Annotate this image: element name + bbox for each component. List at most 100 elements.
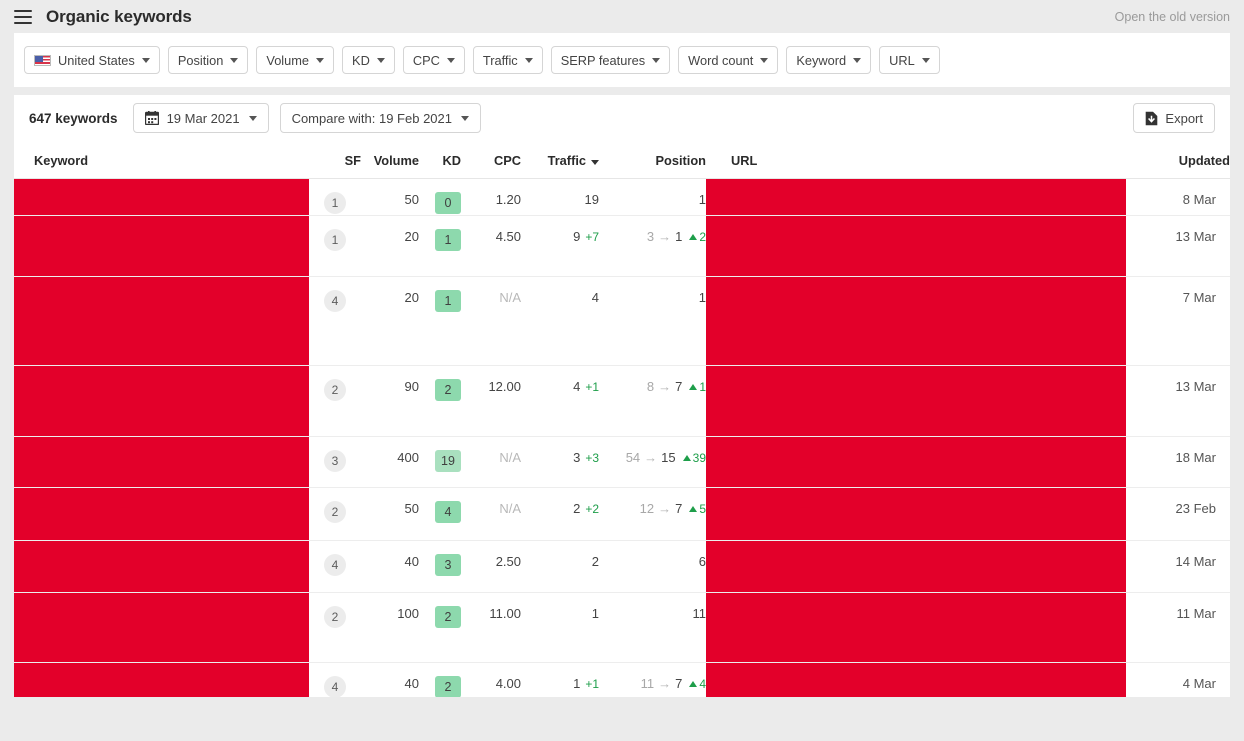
cell-url[interactable]	[706, 436, 1126, 488]
cell-traffic: 9 +7	[521, 215, 599, 277]
column-header-kd[interactable]: KD	[419, 141, 461, 179]
triangle-up-icon	[682, 454, 691, 461]
open-old-version-link[interactable]: Open the old version	[1115, 10, 1230, 24]
cell-url[interactable]	[706, 487, 1126, 541]
arrow-right-icon: →	[658, 676, 672, 691]
cell-keyword[interactable]	[14, 487, 309, 541]
table-row[interactable]: 4 40 3 2.50 2 6 14 Mar	[14, 540, 1230, 593]
column-header-url[interactable]: URL	[706, 141, 1126, 179]
filter-button-traffic[interactable]: Traffic	[472, 46, 543, 74]
position-change-value: 5	[699, 501, 706, 516]
position-previous: 11	[640, 676, 655, 691]
column-header-label: Volume	[373, 153, 419, 168]
redacted-keyword	[14, 488, 309, 540]
keywords-table-container[interactable]: Keyword SF Volume KD CPC Traffic Position URL Up…	[14, 141, 1230, 697]
cell-url[interactable]	[706, 365, 1126, 437]
traffic-delta: +7	[585, 229, 599, 244]
table-row[interactable]: 4 20 1 N/A 4 1 7 Mar	[14, 276, 1230, 366]
cell-keyword[interactable]	[14, 592, 309, 663]
position-change: 39	[682, 451, 706, 465]
filter-button-united-states[interactable]: United States	[24, 46, 160, 74]
table-row[interactable]: 2 100 2 11.00 1 11 11 Mar	[14, 592, 1230, 663]
cell-url[interactable]	[706, 178, 1126, 216]
cell-keyword[interactable]	[14, 178, 309, 216]
table-row[interactable]: 3 400 19 N/A 3 +3 54 → 15 39 18 Mar	[14, 436, 1230, 488]
cell-cpc: 2.50	[461, 540, 521, 593]
cell-cpc: N/A	[461, 436, 521, 488]
cell-cpc: 4.00	[461, 662, 521, 697]
cell-sf: 3	[309, 436, 361, 488]
filter-button-word-count[interactable]: Word count	[678, 46, 779, 74]
cell-updated: 18 Mar	[1126, 436, 1230, 488]
cell-url[interactable]	[706, 276, 1126, 366]
filter-label: Word count	[688, 52, 754, 68]
cell-traffic: 4 +1	[521, 365, 599, 437]
cell-position: 12 → 7 5	[599, 487, 706, 541]
column-header-position[interactable]: Position	[599, 141, 706, 179]
chevron-down-icon	[446, 57, 455, 63]
table-row[interactable]: 4 40 2 4.00 1 +1 11 → 7 4 4 Mar	[14, 662, 1230, 697]
table-row[interactable]: 1 50 0 1.20 19 1 8 Mar	[14, 178, 1230, 216]
cell-sf: 2	[309, 487, 361, 541]
column-header-volume[interactable]: Volume	[361, 141, 419, 179]
column-header-keyword[interactable]: Keyword	[14, 141, 309, 179]
cell-position: 6	[599, 540, 706, 593]
column-header-updated[interactable]: Updated	[1126, 141, 1230, 179]
filter-label: United States	[58, 52, 135, 68]
cell-url[interactable]	[706, 662, 1126, 697]
cell-url[interactable]	[706, 540, 1126, 593]
filter-button-url[interactable]: URL	[879, 46, 940, 74]
cell-keyword[interactable]	[14, 540, 309, 593]
compare-with-label: Compare with: 19 Feb 2021	[291, 110, 452, 126]
chevron-down-icon	[652, 57, 661, 63]
position-previous: 12	[639, 501, 655, 516]
calendar-icon	[144, 111, 159, 125]
cell-kd: 1	[419, 276, 461, 366]
cell-keyword[interactable]	[14, 276, 309, 366]
keyword-difficulty-badge: 0	[435, 192, 461, 214]
filter-button-serp-features[interactable]: SERP features	[550, 46, 671, 74]
position-current: 7	[675, 501, 683, 516]
cell-volume: 40	[361, 662, 419, 697]
cell-volume: 100	[361, 592, 419, 663]
filter-button-cpc[interactable]: CPC	[402, 46, 465, 74]
traffic-value: 1	[573, 676, 581, 691]
cell-position: 54 → 15 39	[599, 436, 706, 488]
column-header-sf[interactable]: SF	[309, 141, 361, 179]
filter-button-kd[interactable]: KD	[342, 46, 395, 74]
cell-keyword[interactable]	[14, 436, 309, 488]
filter-button-volume[interactable]: Volume	[256, 46, 335, 74]
cell-traffic: 2	[521, 540, 599, 593]
traffic-value: 3	[573, 450, 581, 465]
position-value: 11	[692, 606, 707, 621]
filter-button-keyword[interactable]: Keyword	[786, 46, 872, 74]
date-picker-button[interactable]: 19 Mar 2021	[132, 103, 269, 133]
table-row[interactable]: 2 50 4 N/A 2 +2 12 → 7 5 23 Feb	[14, 487, 1230, 541]
serp-features-badge: 2	[324, 501, 346, 523]
serp-features-badge: 2	[324, 379, 346, 401]
column-header-traffic[interactable]: Traffic	[521, 141, 599, 179]
cell-keyword[interactable]	[14, 365, 309, 437]
cell-volume: 50	[361, 487, 419, 541]
cell-updated: 8 Mar	[1126, 178, 1230, 216]
column-header-label: Traffic	[547, 153, 586, 168]
table-row[interactable]: 2 90 2 12.00 4 +1 8 → 7 1 13 Mar	[14, 365, 1230, 437]
chevron-down-icon	[316, 57, 325, 63]
keywords-table: Keyword SF Volume KD CPC Traffic Position URL Up…	[14, 141, 1230, 697]
filter-label: CPC	[412, 52, 440, 68]
cell-url[interactable]	[706, 215, 1126, 277]
position-previous: 3	[646, 229, 655, 244]
cell-url[interactable]	[706, 592, 1126, 663]
hamburger-icon[interactable]	[14, 9, 32, 24]
export-button[interactable]: Export	[1133, 103, 1215, 133]
cell-keyword[interactable]	[14, 662, 309, 697]
table-row[interactable]: 1 20 1 4.50 9 +7 3 → 1 2 13 Mar	[14, 215, 1230, 277]
redacted-url	[706, 437, 1126, 487]
cell-keyword[interactable]	[14, 215, 309, 277]
compare-with-button[interactable]: Compare with: 19 Feb 2021	[279, 103, 481, 133]
column-header-cpc[interactable]: CPC	[461, 141, 521, 179]
keyword-difficulty-badge: 2	[435, 606, 461, 628]
filter-button-position[interactable]: Position	[167, 46, 249, 74]
traffic-value: 4	[591, 290, 599, 305]
cell-traffic: 19	[521, 178, 599, 216]
